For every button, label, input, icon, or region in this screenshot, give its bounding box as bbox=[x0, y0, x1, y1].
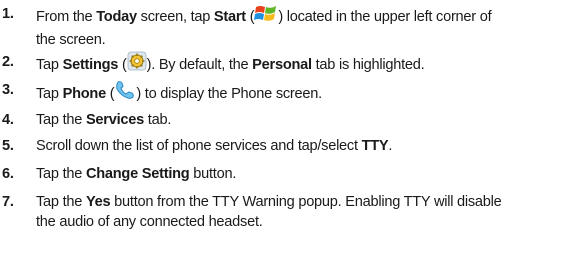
change-setting-label: Change Setting bbox=[85, 166, 190, 182]
today-label: Today bbox=[96, 8, 137, 25]
services-label: Services bbox=[85, 112, 144, 128]
step-number: 6. bbox=[2, 166, 14, 182]
step-number: 7. bbox=[2, 194, 14, 210]
yes-label: Yes bbox=[85, 194, 111, 210]
phone-handset-icon bbox=[114, 79, 136, 107]
start-label: Start bbox=[213, 8, 246, 25]
step-number: 4. bbox=[2, 112, 14, 128]
instruction-list: 1. From the Today screen, tap Start ( ) … bbox=[0, 0, 587, 263]
settings-gear-icon bbox=[127, 51, 147, 77]
step-number: 1. bbox=[2, 6, 14, 22]
step-number: 3. bbox=[2, 82, 14, 98]
step-number: 5. bbox=[2, 138, 14, 154]
personal-label: Personal bbox=[252, 56, 312, 73]
phone-label: Phone bbox=[62, 85, 107, 102]
tty-label: TTY bbox=[361, 138, 389, 154]
settings-label: Settings bbox=[62, 56, 119, 73]
windows-start-icon bbox=[254, 3, 278, 29]
step-number: 2. bbox=[2, 54, 14, 70]
